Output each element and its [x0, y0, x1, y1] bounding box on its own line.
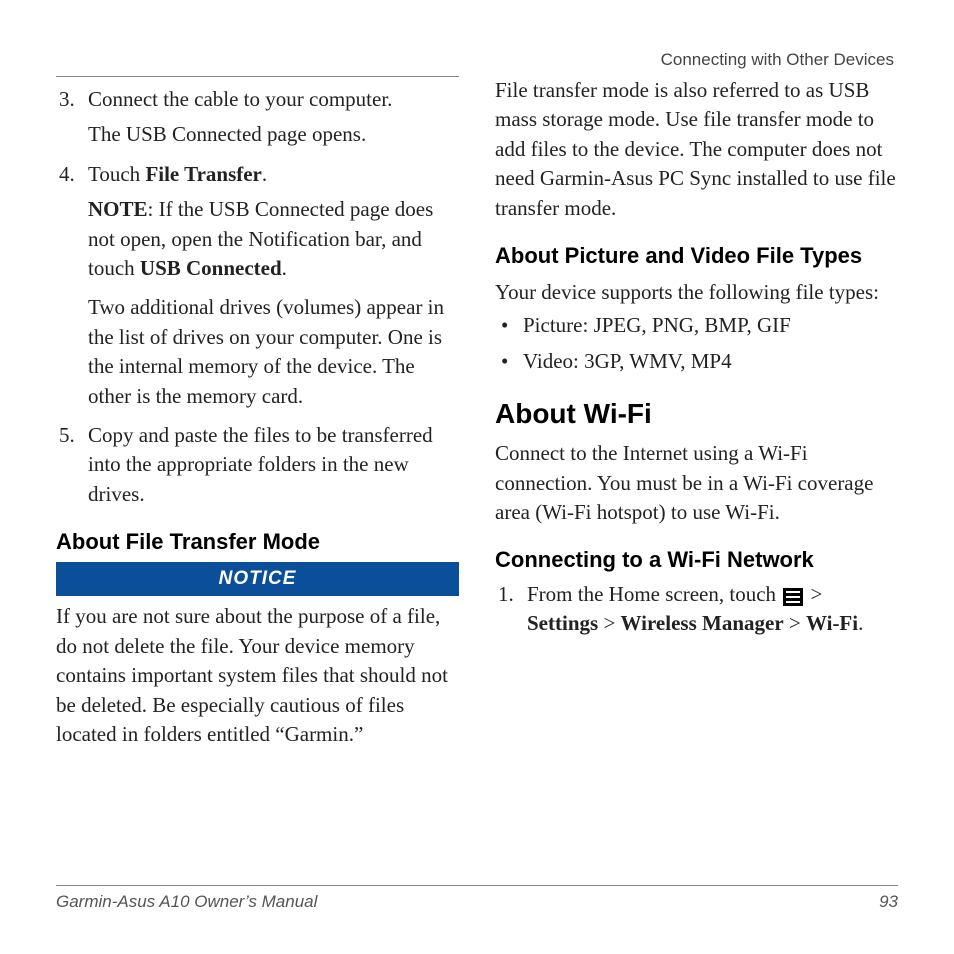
right-column: File transfer mode is also referred to a…: [495, 76, 898, 759]
footer-title: Garmin-Asus A10 Owner’s Manual: [56, 892, 317, 912]
notice-banner: NOTICE: [56, 562, 459, 597]
heading-file-types: About Picture and Video File Types: [495, 241, 898, 272]
wifi-label: Wi-Fi: [806, 611, 858, 635]
step-3-after: The USB Connected page opens.: [88, 120, 459, 149]
gt-2: >: [598, 611, 620, 635]
page-footer: Garmin-Asus A10 Owner’s Manual 93: [56, 885, 898, 912]
step-4-post: .: [262, 162, 267, 186]
file-types-list: Picture: JPEG, PNG, BMP, GIF Video: 3GP,…: [495, 311, 898, 376]
notice-text: If you are not sure about the purpose of…: [56, 602, 459, 749]
step-4: Touch File Transfer. NOTE: If the USB Co…: [80, 160, 459, 411]
wifi-step-1-pre: From the Home screen, touch: [527, 582, 781, 606]
menu-icon: [783, 588, 803, 606]
note-label: NOTE: [88, 197, 148, 221]
heading-about-wifi: About Wi-Fi: [495, 394, 898, 433]
left-column: Connect the cable to your computer. The …: [56, 76, 459, 759]
wifi-steps: From the Home screen, touch > Settings >…: [495, 580, 898, 639]
step-4-pre: Touch: [88, 162, 145, 186]
file-transfer-intro: File transfer mode is also referred to a…: [495, 76, 898, 223]
step-3-text: Connect the cable to your computer.: [88, 87, 392, 111]
heading-file-transfer-mode: About File Transfer Mode: [56, 527, 459, 558]
two-column-layout: Connect the cable to your computer. The …: [56, 76, 898, 759]
step-4-extra: Two additional drives (volumes) appear i…: [88, 293, 459, 411]
manual-page: Connecting with Other Devices Connect th…: [0, 0, 954, 954]
gt-1: >: [811, 582, 823, 606]
step-5-text: Copy and paste the files to be transferr…: [88, 423, 433, 506]
step-3: Connect the cable to your computer. The …: [80, 85, 459, 150]
period: .: [858, 611, 863, 635]
gt-3: >: [784, 611, 806, 635]
step-4-note: NOTE: If the USB Connected page does not…: [88, 195, 459, 283]
note-bold: USB Connected: [140, 256, 282, 280]
step-4-bold: File Transfer: [145, 162, 261, 186]
file-type-video: Video: 3GP, WMV, MP4: [495, 347, 898, 376]
note-end: .: [282, 256, 287, 280]
wifi-step-1: From the Home screen, touch > Settings >…: [519, 580, 898, 639]
file-type-picture: Picture: JPEG, PNG, BMP, GIF: [495, 311, 898, 340]
heading-connect-wifi: Connecting to a Wi-Fi Network: [495, 545, 898, 576]
wifi-intro: Connect to the Internet using a Wi-Fi co…: [495, 439, 898, 527]
wireless-manager-label: Wireless Manager: [621, 611, 784, 635]
steps-list: Connect the cable to your computer. The …: [56, 85, 459, 509]
step-5: Copy and paste the files to be transferr…: [80, 421, 459, 509]
page-number: 93: [879, 892, 898, 912]
file-types-intro: Your device supports the following file …: [495, 278, 898, 307]
settings-label: Settings: [527, 611, 598, 635]
running-header: Connecting with Other Devices: [56, 50, 898, 70]
